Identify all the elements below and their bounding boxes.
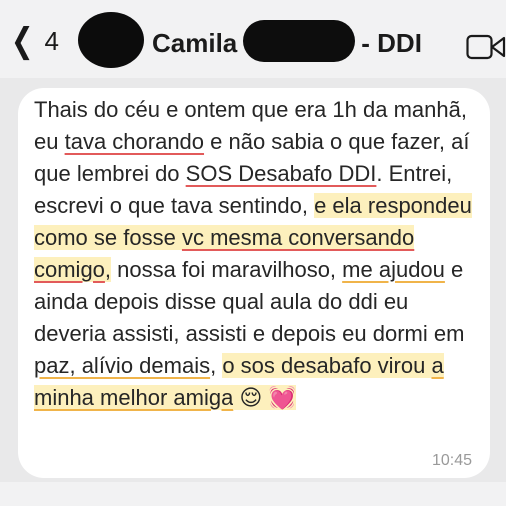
- underlined-text: SOS Desabafo DDI: [185, 161, 377, 186]
- chevron-left-icon: ❮: [10, 22, 34, 60]
- avatar[interactable]: [78, 12, 144, 68]
- message-segment: nossa foi maravilhoso,: [111, 257, 343, 282]
- video-call-icon[interactable]: [466, 34, 506, 60]
- underlined-text: paz, alívio demais: [34, 353, 211, 378]
- redaction-mark: [243, 20, 356, 63]
- back-button[interactable]: ❮ 4: [8, 24, 59, 58]
- message-text: Thais do céu e ontem que era 1h da manhã…: [34, 94, 484, 414]
- chat-header: ❮ 4 Camila - DDI: [0, 0, 506, 78]
- unread-count: 4: [44, 25, 59, 56]
- message-timestamp: 10:45: [431, 452, 472, 469]
- message-segment: ,: [210, 353, 223, 378]
- contact-name[interactable]: Camila - DDI: [152, 20, 422, 63]
- contact-name-suffix: - DDI: [361, 28, 422, 58]
- contact-name-prefix: Camila: [152, 28, 238, 58]
- message-bubble[interactable]: Thais do céu e ontem que era 1h da manhã…: [18, 88, 490, 478]
- underlined-text: tava chorando: [64, 129, 205, 154]
- highlighted-text: o sos desabafo virou: [222, 353, 432, 378]
- underlined-text: me ajudou: [342, 257, 445, 282]
- emoji-text: 😌 💓: [233, 385, 296, 410]
- chat-footer-strip: [0, 482, 506, 506]
